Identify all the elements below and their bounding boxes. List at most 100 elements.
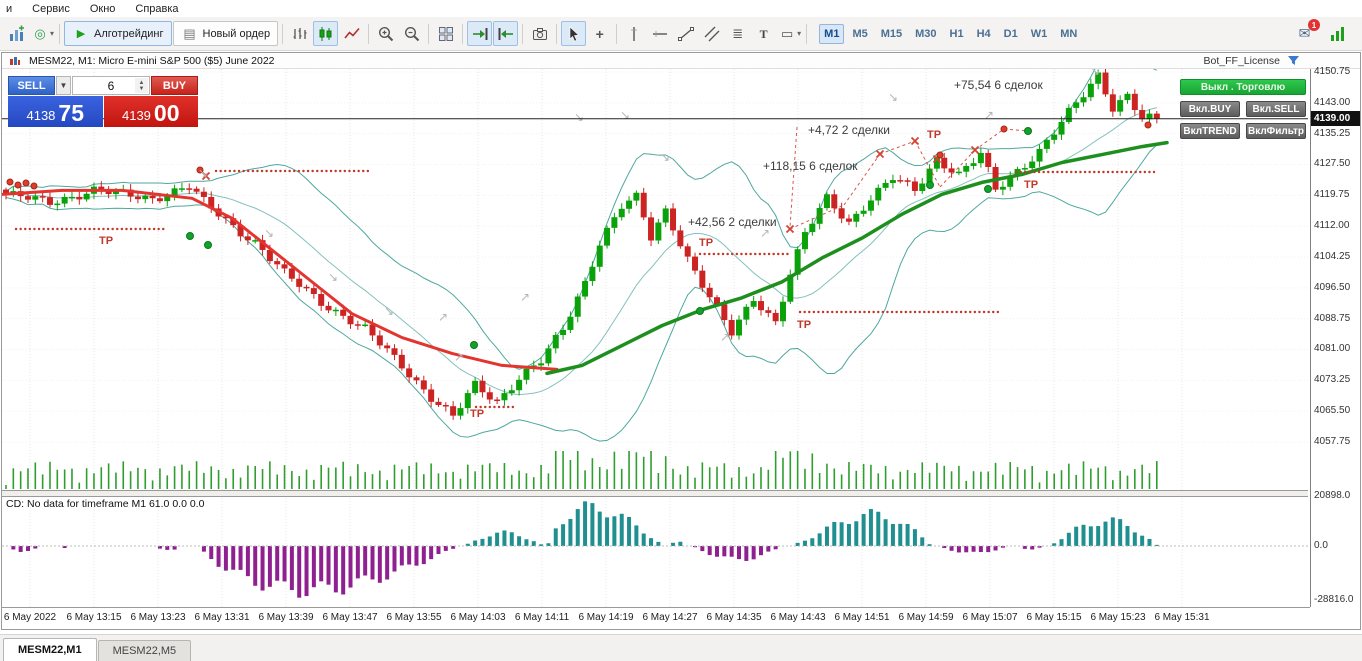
price-axis[interactable]: 4150.75 4143.00 4135.25 4127.50 4119.75 4112.… (1310, 66, 1360, 607)
chart-tab-mesm22-m1[interactable]: MESM22,M1 (3, 638, 97, 661)
line-icon (343, 25, 361, 43)
timeframe-d1[interactable]: D1 (999, 24, 1023, 44)
toolbar-separator (368, 23, 370, 44)
chart-line-button[interactable] (339, 21, 364, 46)
algotrading-button[interactable]: ▶ Алготрейдинг (64, 21, 172, 46)
enable-filter-button[interactable]: ВклФильтр (1246, 123, 1306, 139)
enable-sell-button[interactable]: Вкл.SELL (1246, 101, 1306, 117)
zoom-out-button[interactable] (399, 21, 424, 46)
horizontal-line-button[interactable] (647, 21, 672, 46)
time-label: 6 May 14:43 (770, 612, 826, 623)
svg-text:↘: ↘ (888, 90, 898, 104)
timeframe-w1[interactable]: W1 (1026, 24, 1053, 44)
zoom-in-button[interactable] (373, 21, 398, 46)
ask-price-box[interactable]: 4139 00 (103, 96, 198, 127)
svg-text:↗: ↗ (454, 350, 464, 364)
svg-text:+42,56 2 сделки: +42,56 2 сделки (688, 215, 777, 229)
new-order-button[interactable]: ▤ Новый ордер (172, 21, 279, 46)
chart-window-icon (6, 52, 24, 70)
toolbar-separator (556, 23, 558, 44)
channel-button[interactable] (699, 21, 724, 46)
menu-item-3[interactable]: Справка (135, 3, 178, 15)
menu-item-1[interactable]: Сервис (32, 3, 70, 15)
time-label: 6 May 14:19 (578, 612, 634, 623)
time-label: 6 May 14:51 (834, 612, 890, 623)
price-tick: 4127.50 (1314, 158, 1351, 170)
timeframe-h1[interactable]: H1 (945, 24, 969, 44)
new-chart-icon (8, 25, 26, 43)
svg-text:↘: ↘ (328, 270, 338, 284)
toolbar-separator (59, 23, 61, 44)
screenshot-button[interactable] (527, 21, 552, 46)
price-tick: 4081.00 (1314, 343, 1351, 355)
svg-text:TP: TP (699, 237, 713, 249)
fibo-icon: ≣ (732, 25, 744, 41)
time-axis[interactable]: 6 May 2022 6 May 13:15 6 May 13:23 6 May 13… (2, 607, 1310, 631)
sell-button[interactable]: SELL (8, 76, 55, 95)
svg-text:↘: ↘ (660, 150, 670, 164)
trendline-button[interactable] (673, 21, 698, 46)
buy-button[interactable]: BUY (151, 76, 198, 95)
enable-trend-button[interactable]: ВклTREND (1180, 123, 1240, 139)
sell-options-caret[interactable]: ▼ (56, 76, 71, 95)
timeframe-h4[interactable]: H4 (972, 24, 996, 44)
volume-input[interactable]: 6 ▲ ▼ (72, 76, 150, 95)
chart-bars-button[interactable] (287, 21, 312, 46)
timeframe-mn[interactable]: MN (1055, 24, 1082, 44)
toolbar-separator (616, 23, 618, 44)
svg-text:↘: ↘ (574, 110, 584, 124)
price-tick: 4065.50 (1314, 405, 1351, 417)
mail-badge: 1 (1308, 19, 1320, 31)
menu-item-2[interactable]: Окно (90, 3, 116, 15)
bot-control-panel: Выкл . Торговлю Вкл.BUY Вкл.SELL ВклTREND Вк… (1180, 79, 1306, 139)
terminal-button[interactable] (1325, 21, 1350, 46)
fibonacci-button[interactable]: ≣ (725, 21, 750, 46)
timeframe-m30[interactable]: M30 (910, 24, 941, 44)
mail-button[interactable]: ✉ 1 (1292, 19, 1320, 46)
timeframe-m1[interactable]: M1 (819, 23, 845, 44)
timeframe-m5[interactable]: M5 (847, 24, 872, 44)
menu-item-0[interactable]: и (6, 3, 12, 15)
time-label: 6 May 15:07 (962, 612, 1018, 623)
text-tool-button[interactable]: T (751, 21, 776, 46)
camera-icon (531, 25, 549, 43)
vertical-line-button[interactable] (621, 21, 646, 46)
tile-windows-button[interactable] (433, 21, 458, 46)
bid-price-box[interactable]: 4138 75 (8, 96, 103, 127)
chart-tab-mesm22-m5[interactable]: MESM22,M5 (97, 640, 192, 661)
crosshair-button[interactable]: + (587, 21, 612, 46)
enable-buy-button[interactable]: Вкл.BUY (1180, 101, 1240, 117)
shapes-button[interactable]: ▭ ▾ (777, 21, 802, 46)
hline-icon (651, 25, 669, 43)
svg-text:TP: TP (797, 319, 811, 331)
price-tick: 4096.50 (1314, 281, 1351, 293)
time-label: 6 May 15:31 (1154, 612, 1210, 623)
crosshair-icon: + (595, 25, 604, 42)
volume-spinner[interactable]: ▲ ▼ (135, 78, 148, 93)
profiles-button-caret[interactable]: ▾ (50, 29, 54, 38)
svg-text:+118,15 6 сделок: +118,15 6 сделок (763, 159, 858, 173)
auto-scroll-button[interactable] (467, 21, 493, 46)
algotrading-button-label: Алготрейдинг (94, 27, 164, 40)
time-label: 6 May 14:27 (642, 612, 698, 623)
chart-canvas[interactable]: ↘↘↘↘ ↗↗↗↘ ↘↘↗↗↘↗↘TPTPTPTPTPTP+75,54 6 сдел… (2, 69, 1308, 607)
one-click-trading-panel: SELL ▼ 6 ▲ ▼ BUY 4138 75 4139 00 (8, 76, 198, 127)
chart-candles-button[interactable] (313, 21, 339, 46)
svg-text:TP: TP (927, 129, 941, 141)
shapes-button-caret[interactable]: ▾ (797, 29, 801, 38)
cursor-button[interactable] (561, 21, 587, 46)
time-label: 6 May 14:59 (898, 612, 954, 623)
cursor-icon (565, 25, 583, 43)
toggle-trading-button[interactable]: Выкл . Торговлю (1180, 79, 1306, 95)
bars-icon (291, 25, 309, 43)
svg-text:TP: TP (1024, 179, 1038, 191)
svg-text:↘: ↘ (1090, 69, 1100, 78)
candles-icon (317, 25, 335, 43)
text-icon: T (759, 26, 768, 41)
time-label: 6 May 13:39 (258, 612, 314, 623)
profiles-button[interactable]: ◎ ▾ (30, 21, 55, 46)
svg-text:↗: ↗ (984, 108, 994, 122)
timeframe-m15[interactable]: M15 (876, 24, 907, 44)
new-chart-button[interactable] (4, 21, 29, 46)
chart-shift-button[interactable] (493, 21, 519, 46)
